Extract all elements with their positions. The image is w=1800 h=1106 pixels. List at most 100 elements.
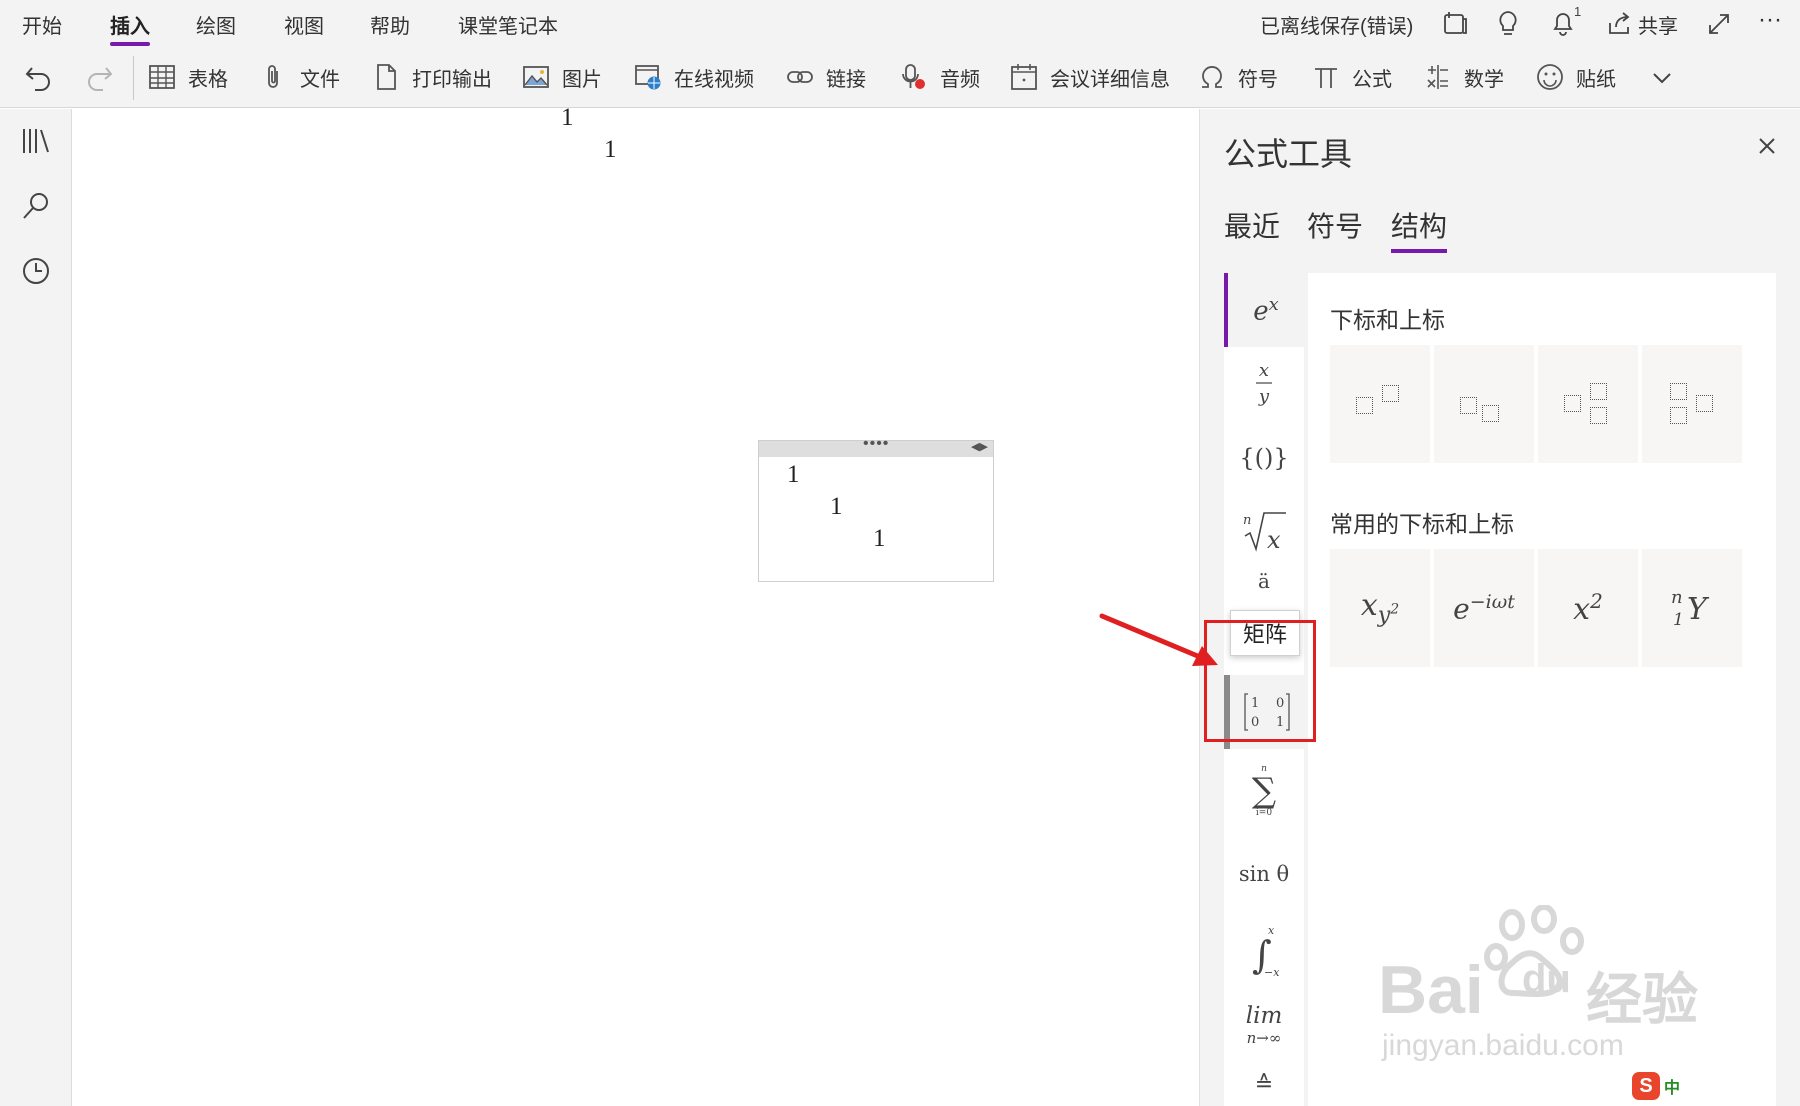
insert-audio-button[interactable]: 音频 bbox=[900, 60, 980, 94]
tab-view[interactable]: 视图 bbox=[284, 10, 324, 39]
omega-icon bbox=[1202, 66, 1222, 88]
calendar-icon bbox=[1011, 64, 1037, 90]
insert-table-label: 表格 bbox=[188, 68, 228, 91]
toolbar-divider bbox=[133, 56, 134, 100]
template-x-sub-y-squared[interactable]: xy2 bbox=[1330, 549, 1430, 667]
online-video-icon bbox=[635, 65, 661, 90]
pi-icon bbox=[1315, 68, 1337, 88]
resize-arrows-icon[interactable]: ◀▶ bbox=[971, 440, 988, 453]
search-icon[interactable] bbox=[20, 190, 52, 222]
svg-text:1: 1 bbox=[1673, 610, 1684, 630]
drag-dots-icon: •••• bbox=[863, 435, 890, 452]
placeholder-box bbox=[1482, 405, 1499, 422]
placeholder-box bbox=[1460, 397, 1477, 414]
placeholder-box bbox=[1670, 407, 1687, 424]
lightbulb-icon[interactable] bbox=[1496, 10, 1520, 38]
insert-equation-button[interactable]: 公式 bbox=[1312, 60, 1392, 94]
category-operator[interactable]: ≙ bbox=[1224, 1063, 1304, 1106]
category-integral[interactable]: ∫ x −x bbox=[1224, 913, 1304, 987]
integral-symbol: ∫x−x bbox=[1252, 924, 1280, 979]
pane-title: 公式工具 bbox=[1224, 136, 1353, 172]
placeholder-box bbox=[1670, 383, 1687, 400]
template-e-power[interactable]: e−iωt bbox=[1434, 549, 1534, 667]
svg-text:Y: Y bbox=[1687, 592, 1710, 627]
radical-symbol: nx bbox=[1243, 512, 1286, 554]
math-button[interactable]: 数学 bbox=[1424, 60, 1504, 94]
placeholder-box bbox=[1590, 407, 1607, 424]
input-method-indicator[interactable]: S 中 bbox=[1632, 1072, 1680, 1100]
svg-text:∑: ∑ bbox=[1252, 771, 1276, 811]
meeting-details-button[interactable]: 会议详细信息 bbox=[1010, 60, 1170, 94]
category-large-operator[interactable]: n ∑ i=0 bbox=[1224, 753, 1304, 827]
equation-container[interactable]: •••• ◀▶ 1 1 1 bbox=[758, 435, 994, 582]
insert-online-video-button[interactable]: 在线视频 bbox=[634, 60, 754, 94]
sticker-button[interactable]: 贴纸 bbox=[1536, 60, 1616, 94]
insert-symbol-label: 符号 bbox=[1238, 68, 1278, 91]
close-icon[interactable] bbox=[1754, 133, 1780, 159]
equation-drag-handle[interactable]: •••• ◀▶ bbox=[759, 435, 993, 457]
svg-text:−x: −x bbox=[1264, 966, 1280, 979]
insert-file-label: 文件 bbox=[300, 68, 340, 91]
insert-link-button[interactable]: 链接 bbox=[786, 60, 866, 94]
tab-help[interactable]: 帮助 bbox=[370, 10, 410, 39]
notebooks-icon[interactable] bbox=[20, 125, 52, 157]
function-label: sin θ bbox=[1238, 862, 1290, 886]
template-subscript-superscript[interactable] bbox=[1330, 345, 1430, 463]
more-options-button[interactable]: ··· bbox=[1758, 6, 1782, 34]
category-limit[interactable]: lim n→∞ bbox=[1224, 987, 1304, 1063]
redo-icon[interactable] bbox=[84, 62, 114, 92]
undo-icon[interactable] bbox=[24, 62, 54, 92]
sticker-label: 贴纸 bbox=[1576, 68, 1616, 91]
chevron-down-icon[interactable] bbox=[1650, 68, 1674, 88]
tab-insert[interactable]: 插入 bbox=[110, 10, 150, 46]
category-scripts[interactable]: ex bbox=[1224, 273, 1304, 347]
template-subscript[interactable] bbox=[1434, 345, 1534, 463]
insert-picture-label: 图片 bbox=[562, 68, 602, 91]
insert-file-button[interactable]: 文件 bbox=[260, 60, 340, 94]
insert-printout-label: 打印输出 bbox=[412, 68, 492, 91]
sticker-icon bbox=[1537, 64, 1563, 90]
category-brackets[interactable]: {()} bbox=[1224, 421, 1304, 495]
template-left-scripts[interactable] bbox=[1642, 345, 1742, 463]
insert-toolbar: 表格 文件 打印输出 图片 在线视频 链接 音频 会议详细信息 符号 公式 数学 bbox=[0, 48, 1800, 108]
paperclip-icon bbox=[268, 65, 278, 88]
template-left-scripts-y[interactable]: n1Y bbox=[1642, 549, 1742, 667]
matrix-entry: 1 bbox=[873, 525, 886, 552]
insert-symbol-button[interactable]: 符号 bbox=[1198, 60, 1278, 94]
matrix-entry: 1 bbox=[787, 461, 800, 488]
insert-picture-button[interactable]: 图片 bbox=[522, 60, 602, 94]
expand-icon[interactable] bbox=[1706, 11, 1732, 37]
x-sub-y-squared-symbol: xy2 bbox=[1360, 588, 1400, 628]
share-button[interactable]: 共享 bbox=[1638, 10, 1678, 39]
bell-icon[interactable] bbox=[1550, 9, 1576, 37]
category-fraction[interactable]: xy bbox=[1224, 347, 1304, 421]
e-power-symbol: e−iωt bbox=[1453, 590, 1515, 626]
tab-structures[interactable]: 结构 bbox=[1391, 205, 1448, 253]
matrix-entry: 1 bbox=[561, 104, 574, 131]
tab-class-notebook[interactable]: 课堂笔记本 bbox=[458, 10, 558, 39]
category-accent[interactable]: ä bbox=[1224, 569, 1304, 605]
equation-tools-pane: 公式工具 最近 符号 结构 ex xy {()} nx ä 1001 n ∑ i=0… bbox=[1200, 109, 1800, 1106]
page-canvas[interactable]: 1 1 •••• ◀▶ 1 1 1 bbox=[72, 104, 1200, 1106]
svg-text:x: x bbox=[1268, 924, 1275, 937]
template-x-squared[interactable]: x2 bbox=[1538, 549, 1638, 667]
category-function[interactable]: sin θ bbox=[1224, 837, 1304, 911]
insert-printout-button[interactable]: 打印输出 bbox=[372, 60, 492, 94]
category-radical[interactable]: nx bbox=[1224, 495, 1304, 569]
template-stacked-scripts[interactable] bbox=[1538, 345, 1638, 463]
ime-mode-label: 中 bbox=[1664, 1080, 1681, 1097]
insert-table-button[interactable]: 表格 bbox=[148, 60, 228, 94]
tab-symbols[interactable]: 符号 bbox=[1307, 205, 1363, 245]
tab-draw[interactable]: 绘图 bbox=[196, 10, 236, 39]
operator-symbol: ≙ bbox=[1254, 1072, 1274, 1097]
save-status[interactable]: 已离线保存(错误) bbox=[1260, 10, 1413, 39]
left-scripts-y-symbol: n1 Y bbox=[1671, 587, 1710, 630]
recent-clock-icon[interactable] bbox=[20, 255, 52, 287]
share-icon[interactable] bbox=[1606, 11, 1632, 37]
svg-text:n: n bbox=[1671, 587, 1683, 608]
notebook-icon[interactable] bbox=[1442, 11, 1468, 37]
placeholder-box bbox=[1564, 395, 1581, 412]
tab-recent[interactable]: 最近 bbox=[1224, 205, 1280, 245]
insert-equation-label: 公式 bbox=[1352, 68, 1392, 91]
tab-home[interactable]: 开始 bbox=[22, 10, 62, 39]
